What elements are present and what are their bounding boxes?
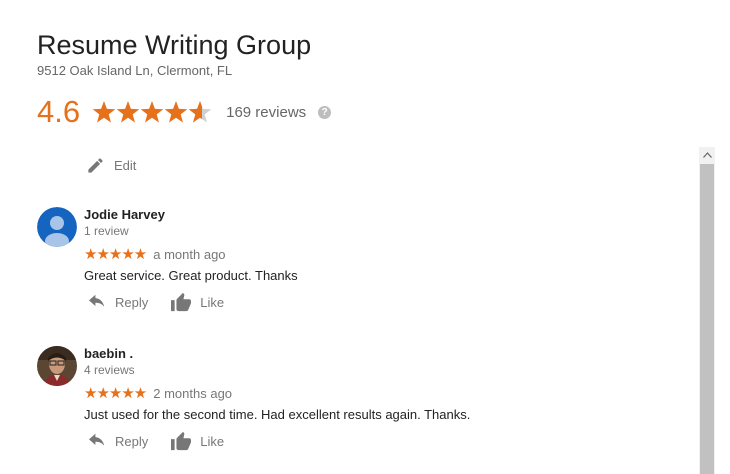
default-person-icon [37, 207, 77, 247]
review-text: Great service. Great product. Thanks [84, 268, 298, 283]
review-count-link[interactable]: 169 reviews [226, 104, 306, 121]
star-rating-icon [92, 101, 212, 123]
review-stars: ★★★★★ [84, 246, 147, 263]
like-button[interactable]: Like [170, 431, 224, 451]
avatar[interactable] [37, 346, 77, 386]
review-text: Just used for the second time. Had excel… [84, 407, 471, 422]
user-photo [37, 346, 77, 386]
reply-icon [89, 294, 105, 307]
business-address: 9512 Oak Island Ln, Clermont, FL [37, 63, 233, 78]
scrollbar-thumb[interactable] [700, 164, 714, 474]
scrollbar[interactable] [699, 147, 715, 474]
review-actions: Reply Like [87, 292, 224, 312]
reviewer-review-count: 1 review [84, 224, 129, 238]
like-label: Like [200, 433, 225, 449]
like-button[interactable]: Like [170, 292, 224, 312]
pencil-icon [88, 158, 103, 173]
chevron-up-icon [702, 152, 712, 158]
rating-summary: 4.6 169 reviews ? [37, 92, 332, 132]
reviewer-name[interactable]: Jodie Harvey [84, 207, 165, 222]
thumbs-up-icon [171, 292, 192, 312]
edit-button[interactable]: Edit [86, 156, 136, 175]
rating-stars [92, 99, 212, 125]
reply-icon [89, 433, 105, 446]
review-stars: ★★★★★ [84, 385, 147, 402]
rating-value: 4.6 [37, 94, 81, 129]
review-date: 2 months ago [153, 386, 233, 401]
help-icon[interactable]: ? [318, 105, 332, 119]
avatar[interactable] [37, 207, 77, 247]
reply-button[interactable]: Reply [87, 433, 148, 449]
like-label: Like [200, 294, 225, 310]
reviewer-name[interactable]: baebin . [84, 346, 133, 361]
reply-label: Reply [115, 294, 149, 310]
reviewer-review-count: 4 reviews [84, 363, 135, 377]
review-rating: ★★★★★ a month ago [84, 247, 226, 262]
review-actions: Reply Like [87, 431, 224, 451]
review-date: a month ago [153, 247, 226, 262]
edit-label: Edit [114, 158, 137, 173]
thumbs-up-icon [171, 431, 192, 451]
reply-label: Reply [115, 433, 149, 449]
review-rating: ★★★★★ 2 months ago [84, 386, 232, 401]
scroll-up-button[interactable] [699, 147, 715, 163]
reply-button[interactable]: Reply [87, 294, 148, 310]
business-name: Resume Writing Group [37, 30, 312, 60]
